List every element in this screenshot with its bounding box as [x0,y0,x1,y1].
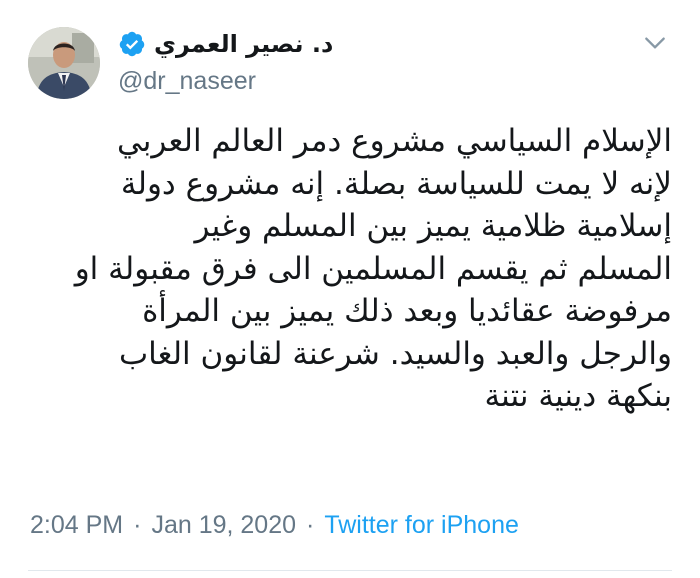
user-handle[interactable]: @dr_naseer [118,64,558,98]
tweet-text-line: لإنه لا يمت للسياسة بصلة. إنه مشروع دولة [120,165,672,202]
tweet-time[interactable]: 2:04 PM [30,511,123,539]
chevron-down-icon[interactable] [642,30,668,56]
meta-separator: · [306,511,315,539]
tweet-text-line: بنكهة دينية نتنة [484,378,672,414]
meta-separator: · [133,511,142,539]
tweet: د. نصير العمري @dr_naseer الإسلام السياس… [0,0,700,578]
tweet-date[interactable]: Jan 19, 2020 [151,511,296,539]
verified-badge-icon [118,30,146,58]
name-row: د. نصير العمري [118,26,558,62]
avatar-image [28,27,100,99]
display-name[interactable]: د. نصير العمري [154,26,333,62]
tweet-text-line: الإسلام السياسي مشروع دمر العالم العربي [116,123,672,159]
tweet-source-link[interactable]: Twitter for iPhone [324,511,519,539]
tweet-text-line: إسلامية ظلامية يميز بين المسلم وغير [194,208,672,244]
tweet-text-line: والرجل والعبد والسيد. شرعنة لقانون الغاب [119,335,672,372]
tweet-text: الإسلام السياسي مشروع دمر العالم العربي … [12,120,672,418]
tweet-text-line: المسلم ثم يقسم المسلمين الى فرق مقبولة ا… [74,250,672,287]
tweet-meta: 2:04 PM · Jan 19, 2020 · Twitter for iPhone [30,511,519,540]
author-block: د. نصير العمري @dr_naseer [118,26,558,98]
tweet-text-line: مرفوضة عقائديا وبعد ذلك يميز بين المرأة [142,293,672,329]
avatar[interactable] [28,27,100,99]
divider [28,570,672,571]
